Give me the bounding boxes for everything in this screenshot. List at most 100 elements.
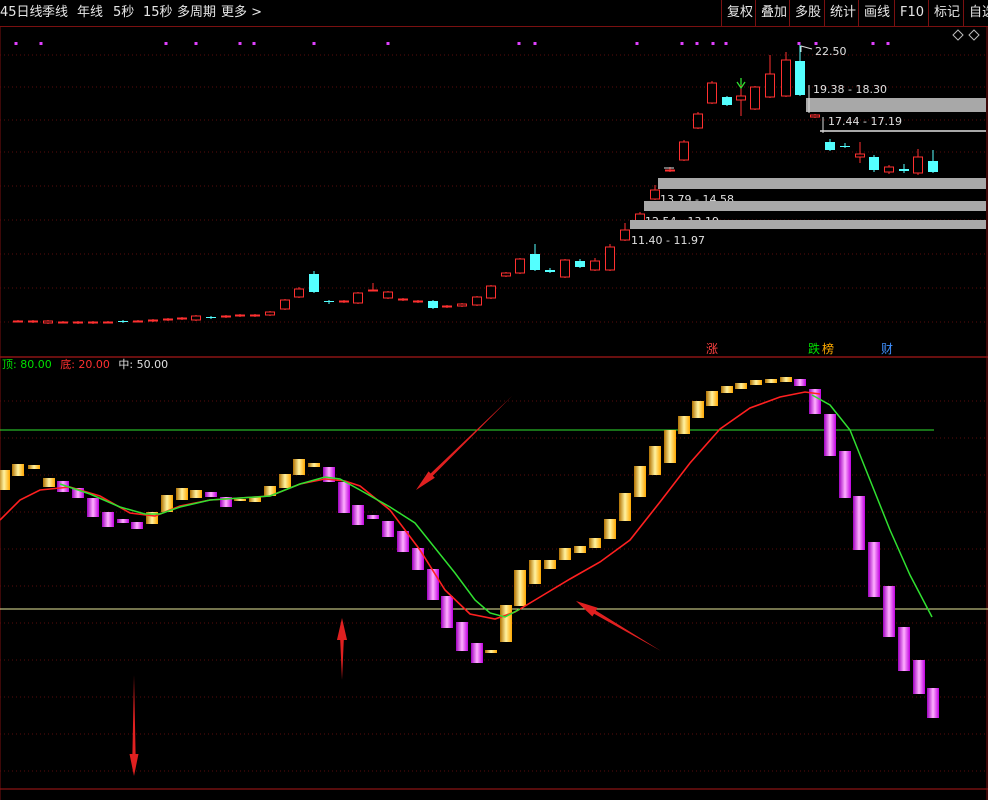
indicator-bar-down[interactable] [883,586,895,637]
indicator-bar-down[interactable] [338,482,350,513]
candle[interactable] [928,161,938,172]
candle[interactable] [43,320,53,324]
candle[interactable] [353,292,363,304]
candle[interactable] [133,320,143,323]
indicator-bar-up[interactable] [12,464,24,476]
statistics-button[interactable]: 统计 [824,0,861,26]
candle[interactable] [13,320,23,323]
candle[interactable] [265,311,275,316]
indicator-bar-up[interactable] [619,493,631,521]
range-bar[interactable] [630,220,986,229]
candle[interactable] [825,142,835,150]
candle[interactable] [442,305,452,308]
range-bar[interactable] [658,178,986,189]
indicator-bar-up[interactable] [664,430,676,463]
indicator-bar-down[interactable] [927,688,939,718]
candle[interactable] [899,169,909,171]
candle[interactable] [869,157,879,170]
candle[interactable] [515,258,525,274]
chart-area[interactable]: 19.38 - 18.3017.44 - 17.1913.79 - 14.581… [0,27,988,800]
indicator-bar-up[interactable] [589,538,601,548]
draw-line-button[interactable]: 画线 [858,0,895,26]
indicator-bar-down[interactable] [352,505,364,525]
tab-5-seconds[interactable]: 5秒 [113,0,134,26]
candle[interactable] [457,303,467,307]
candle[interactable] [707,82,717,104]
indicator-bar-up[interactable] [176,488,188,500]
indicator-bar-down[interactable] [367,515,379,519]
indicator-bar-down[interactable] [441,596,453,628]
indicator-bar-up[interactable] [604,519,616,539]
indicator-bar-up[interactable] [485,650,497,653]
candle[interactable] [368,289,378,292]
candle[interactable] [650,189,660,200]
indicator-bar-down[interactable] [87,498,99,517]
f10-button[interactable]: F10 [894,0,929,26]
indicator-bar-down[interactable] [898,627,910,671]
candle[interactable] [250,314,260,317]
indicator-bar-down[interactable] [824,414,836,456]
indicator-bar-up[interactable] [765,379,777,383]
candle[interactable] [620,229,630,241]
tab-15-seconds[interactable]: 15秒 [143,0,173,26]
indicator-bar-down[interactable] [412,548,424,570]
indicator-bar-up[interactable] [514,570,526,606]
candle[interactable] [324,301,334,302]
candle[interactable] [206,317,216,318]
candle[interactable] [221,315,231,318]
candle[interactable] [177,317,187,320]
candle[interactable] [679,141,689,161]
candle[interactable] [28,320,38,323]
candle[interactable] [795,61,805,95]
candle[interactable] [810,114,820,118]
mark-button[interactable]: 标记 [928,0,965,26]
slow-line[interactable] [0,391,821,620]
price-chart[interactable]: 19.38 - 18.3017.44 - 17.1913.79 - 14.581… [13,29,987,356]
candle[interactable] [309,274,319,292]
indicator-bar-down[interactable] [382,521,394,537]
indicator-bar-up[interactable] [559,548,571,560]
indicator-bar-up[interactable] [308,463,320,467]
indicator-bar-up[interactable] [678,416,690,434]
candle[interactable] [530,254,540,270]
indicator-bar-up[interactable] [529,560,541,584]
candle[interactable] [472,296,482,306]
indicator-bar-down[interactable] [117,519,129,523]
candle[interactable] [148,319,158,322]
indicator-bar-up[interactable] [750,380,762,385]
candle[interactable] [575,261,585,267]
tab-multi-period[interactable]: 多周期 [177,0,216,26]
candle[interactable] [665,169,675,172]
candle[interactable] [486,285,496,299]
overlay-button[interactable]: 叠加 [755,0,792,26]
tab-45-day-line[interactable]: 45日线 [0,0,43,26]
indicator-bar-down[interactable] [794,379,806,386]
candle[interactable] [884,166,894,173]
indicator-bar-up[interactable] [721,386,733,393]
candle[interactable] [560,259,570,278]
candle[interactable] [58,321,68,324]
candle[interactable] [191,315,201,321]
candle[interactable] [73,321,83,324]
indicator-bar-up[interactable] [649,446,661,475]
candle[interactable] [913,156,923,174]
range-bar[interactable] [820,130,986,132]
candle[interactable] [413,300,423,303]
indicator-bar-up[interactable] [692,401,704,418]
indicator-bar-down[interactable] [456,622,468,651]
tab-year-line[interactable]: 年线 [77,0,103,26]
indicator-bar-down[interactable] [913,660,925,694]
candle[interactable] [118,321,128,322]
indicator-bar-up[interactable] [544,560,556,569]
candle[interactable] [855,153,865,158]
candle[interactable] [501,272,511,277]
diamond-icon[interactable] [952,29,964,41]
indicator-bar-up[interactable] [234,499,246,501]
indicator-bar-up[interactable] [574,546,586,553]
candle[interactable] [605,246,615,271]
indicator-bar-down[interactable] [471,643,483,663]
candle[interactable] [693,113,703,129]
indicator-bar-down[interactable] [853,496,865,550]
indicator-bar-down[interactable] [868,542,880,597]
candle[interactable] [781,59,791,97]
